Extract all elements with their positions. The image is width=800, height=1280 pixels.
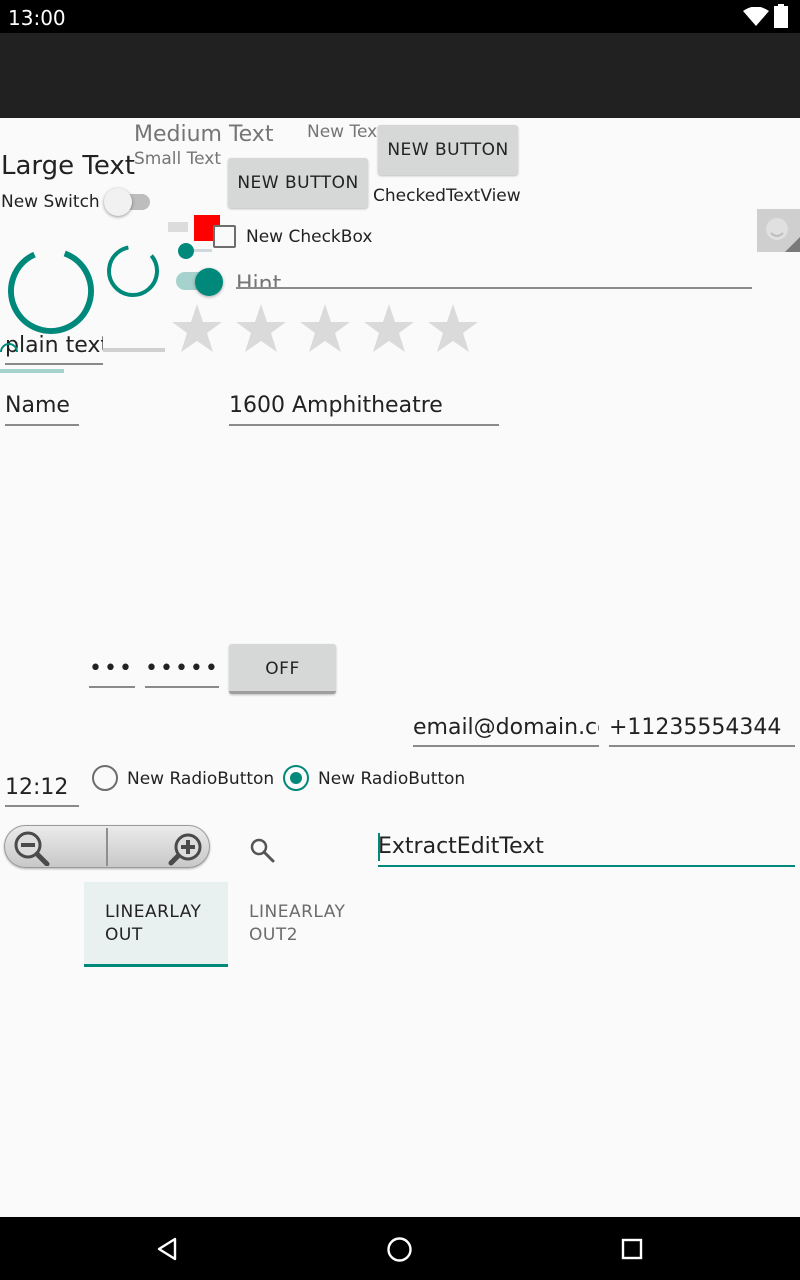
toggle-button[interactable]: OFF: [229, 644, 336, 694]
star-icon: [300, 304, 350, 352]
password-field-2[interactable]: •••••: [145, 655, 219, 688]
name-field[interactable]: Name: [5, 392, 79, 426]
action-bar: [0, 33, 800, 118]
status-time: 13:00: [8, 6, 66, 30]
zoom-controls: [4, 825, 210, 868]
star-icon: [172, 304, 222, 352]
extract-edit-text[interactable]: ExtractEditText: [378, 830, 795, 867]
checkbox-label: New CheckBox: [246, 227, 373, 247]
radio-dot: [290, 772, 302, 784]
seekbar-thumb-small[interactable]: [178, 243, 194, 259]
switch-on[interactable]: [176, 268, 224, 296]
seekbar-line-small: [194, 249, 212, 252]
time-field[interactable]: 12:12: [5, 774, 79, 807]
seekbar-track: [103, 348, 165, 352]
recents-icon[interactable]: [620, 1237, 644, 1261]
tab-linearlayout-label: LINEARLAYOUT: [105, 902, 202, 945]
progress-spinner-medium: [107, 245, 159, 297]
image-thumbnail: [757, 209, 800, 252]
status-bar: [0, 0, 800, 33]
battery-icon: [774, 4, 788, 28]
text-cursor: [378, 833, 380, 861]
progress-spinner-large: [8, 248, 94, 334]
zoom-in-icon: [168, 833, 202, 866]
star-icon: [428, 304, 478, 352]
address-field[interactable]: 1600 Amphitheatre: [229, 392, 499, 426]
new-switch[interactable]: [104, 186, 152, 218]
switch-label: New Switch: [1, 192, 100, 212]
new-button[interactable]: NEW BUTTON: [228, 158, 368, 208]
medium-text: Medium Text: [134, 122, 274, 147]
extract-edit-value: ExtractEditText: [378, 834, 544, 859]
hint-text: Hint: [236, 272, 282, 289]
password-field-1[interactable]: •••: [89, 655, 135, 688]
phone-field[interactable]: +11235554344: [609, 714, 795, 747]
search-icon[interactable]: [248, 836, 276, 864]
radio-button-2[interactable]: [283, 765, 309, 791]
star-icon: [236, 304, 286, 352]
radio-button-1[interactable]: [92, 765, 118, 791]
zoom-in-button[interactable]: [108, 826, 210, 867]
home-icon[interactable]: [386, 1236, 413, 1263]
tab-linearlayout[interactable]: LINEARLAYOUT: [84, 882, 228, 967]
seekbar-track-small: [168, 222, 188, 232]
switch-thumb: [104, 188, 132, 216]
tab-linearlayout2-label: LINEARLAYOUT2: [249, 902, 346, 945]
email-field[interactable]: email@domain.com: [413, 714, 599, 747]
tab-linearlayout2[interactable]: LINEARLAYOUT2: [228, 882, 372, 967]
new-button-top[interactable]: NEW BUTTON: [378, 125, 518, 175]
large-text: Large Text: [1, 151, 135, 181]
plain-text-field[interactable]: plain text: [5, 331, 103, 365]
small-text: Small Text: [134, 149, 222, 169]
progress-line: [0, 369, 64, 373]
hint-field[interactable]: Hint: [236, 268, 752, 289]
rating-stars: [172, 304, 478, 352]
new-text: New Text: [307, 122, 379, 142]
radio-label-2: New RadioButton: [318, 769, 466, 789]
rating-bar[interactable]: [170, 302, 490, 362]
checked-text-view[interactable]: CheckedTextView: [373, 186, 521, 206]
switch-on-thumb: [195, 268, 223, 296]
back-icon[interactable]: [154, 1236, 180, 1262]
checkbox-box[interactable]: [213, 225, 236, 248]
radio-label-1: New RadioButton: [127, 769, 275, 789]
zoom-out-icon: [14, 831, 50, 866]
zoom-out-button[interactable]: [5, 826, 107, 867]
star-icon: [364, 304, 414, 352]
wifi-icon: [743, 7, 769, 26]
